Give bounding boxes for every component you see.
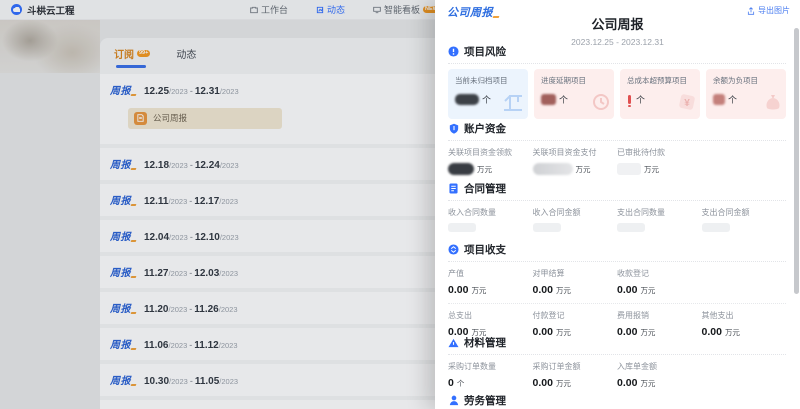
stat-total-expenditure: 总支出 0.00万元 — [448, 310, 533, 338]
money-bag-icon — [763, 93, 783, 117]
masked-value — [617, 223, 645, 232]
stat-purchase-order-count: 采购订单数量 0个 — [448, 361, 533, 389]
scrollbar-track[interactable] — [794, 0, 799, 409]
risk-card-negative-balance: 余额为负项目 个 — [706, 69, 786, 119]
shield-icon — [448, 123, 459, 134]
stat-receipt-registration: 收款登记 0.00万元 — [617, 268, 702, 296]
stat-purchase-order-amount: 采购订单金额 0.00万元 — [533, 361, 618, 389]
app-window: 斗栱云工程 工作台 动态 智能看板 NEW 订阅 99+ 动态 — [0, 0, 800, 409]
section-title: 项目风险 — [464, 44, 506, 59]
stat-income-contract-count: 收入合同数量 — [448, 207, 533, 232]
stat-funds-received: 关联项目资金领款 万元 — [448, 147, 533, 175]
export-icon — [747, 7, 755, 15]
section-title: 材料管理 — [464, 335, 506, 350]
masked-value — [533, 163, 573, 175]
cost-overrun-icon: ¥ — [677, 92, 697, 117]
clock-icon — [591, 92, 611, 117]
stat-funds-paid: 关联项目资金支付 万元 — [533, 147, 618, 175]
section-labor-management: 劳务管理 — [448, 393, 786, 409]
section-project-risk: 项目风险 当前未归档项目 个 进度延期项目 个 — [448, 44, 786, 119]
masked-value — [702, 223, 730, 232]
risk-card-over-budget: 总成本超预算项目 个 ¥ — [620, 69, 700, 119]
weekly-report-logo: 公司周报 — [447, 4, 498, 20]
stat-expense-contract-count: 支出合同数量 — [617, 207, 702, 232]
export-image-button[interactable]: 导出图片 — [747, 5, 790, 16]
drawer-backdrop[interactable] — [0, 0, 435, 409]
crane-icon — [501, 92, 525, 117]
masked-value — [455, 94, 479, 105]
masked-value — [713, 94, 725, 105]
section-material-management: 材料管理 采购订单数量 0个 采购订单金额 0.00万元 入库单金额 0.00万… — [448, 335, 786, 389]
stat-payment-registration: 付款登记 0.00万元 — [533, 310, 618, 338]
divider — [448, 303, 786, 304]
stat-expense-contract-amount: 支出合同金额 — [702, 207, 787, 232]
stat-income-contract-amount: 收入合同金额 — [533, 207, 618, 232]
section-project-balance: 项目收支 产值 0.00万元 对甲结算 0.00万元 收款登记 0.00万元 — [448, 242, 786, 338]
masked-value — [448, 163, 474, 175]
stat-output-value: 产值 0.00万元 — [448, 268, 533, 296]
company-weekly-report-drawer: 公司周报 导出图片 公司周报 2023.12.25 - 2023.12.31 项… — [435, 0, 800, 409]
masked-value — [541, 94, 556, 105]
risk-icon — [448, 46, 459, 57]
masked-value — [448, 223, 476, 232]
person-icon — [448, 395, 459, 406]
section-account-funds: 账户资金 关联项目资金领款 万元 关联项目资金支付 万元 已审批待付款 万元 — [448, 121, 786, 175]
scrollbar-thumb[interactable] — [794, 28, 799, 294]
section-title: 劳务管理 — [464, 393, 506, 408]
section-title: 项目收支 — [464, 242, 506, 257]
section-contract-management: 合同管理 收入合同数量 收入合同金额 支出合同数量 支出合同金额 — [448, 181, 786, 232]
stat-expense-reimbursement: 费用报销 0.00万元 — [617, 310, 702, 338]
masked-value — [533, 223, 561, 232]
stat-party-a-settlement: 对甲结算 0.00万元 — [533, 268, 618, 296]
balance-icon — [448, 244, 459, 255]
risk-card-unarchived: 当前未归档项目 个 — [448, 69, 528, 119]
stat-inbound-amount: 入库单金额 0.00万元 — [617, 361, 702, 389]
alert-mark — [628, 95, 631, 104]
masked-value — [617, 163, 641, 175]
section-title: 合同管理 — [464, 181, 506, 196]
stat-approved-pending: 已审批待付款 万元 — [617, 147, 702, 175]
svg-text:¥: ¥ — [684, 98, 690, 109]
stat-other-expenditure: 其他支出 0.00万元 — [702, 310, 787, 338]
contract-icon — [448, 183, 459, 194]
risk-card-delayed: 进度延期项目 个 — [534, 69, 614, 119]
materials-icon — [448, 337, 459, 348]
section-title: 账户资金 — [464, 121, 506, 136]
